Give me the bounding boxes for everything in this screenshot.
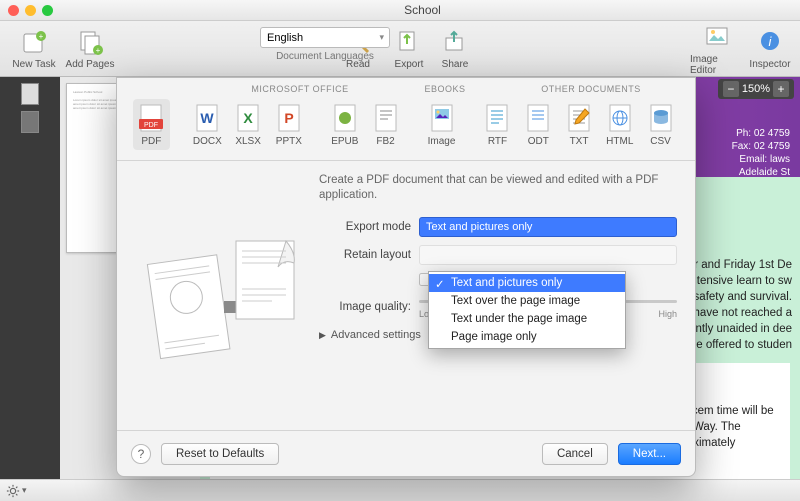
image-editor-button[interactable]: Image Editor [690,22,746,76]
export-mode-dropdown: Text and pictures only Text over the pag… [428,271,626,349]
format-image[interactable]: Image [423,99,460,150]
new-task-icon: + [19,27,49,57]
image-editor-label: Image Editor [690,54,746,76]
page-tab[interactable] [21,83,39,105]
format-odt[interactable]: ODT [520,99,557,150]
share-button[interactable]: Share [432,27,478,70]
pptx-icon: P [274,102,304,136]
share-icon [440,27,470,57]
gear-icon[interactable] [6,484,20,498]
export-mode-label: Export mode [319,221,419,233]
format-pptx[interactable]: PPPTX [270,99,307,150]
svg-text:W: W [201,110,215,126]
minimize-window-icon[interactable] [25,5,36,16]
add-pages-icon: + [75,27,105,57]
zoom-control: − 150% + [718,79,794,99]
rtf-icon [482,102,512,136]
window-controls [8,5,53,16]
format-epub[interactable]: EPUB [326,99,363,150]
image-editor-icon [703,22,733,52]
language-select[interactable]: English [260,27,390,48]
epub-icon [330,102,360,136]
page-tabs-strip [0,77,60,501]
docx-icon: W [192,102,222,136]
inspector-label: Inspector [749,59,790,70]
titlebar: School [0,0,800,21]
html-icon [605,102,635,136]
new-task-label: New Task [12,59,55,70]
format-csv[interactable]: CSV [642,99,679,150]
share-label: Share [442,59,469,70]
content-area: Lawson Public SchoolLorem ipsum dolor si… [0,77,800,501]
svg-text:+: + [96,46,101,55]
dropdown-item[interactable]: Page image only [429,328,625,346]
format-fb2[interactable]: FB2 [367,99,404,150]
disclosure-triangle-icon: ▶ [319,330,326,341]
dropdown-item[interactable]: Text over the page image [429,292,625,310]
main-toolbar: + New Task + Add Pages English Document … [0,21,800,77]
new-task-button[interactable]: + New Task [6,27,62,70]
format-html[interactable]: HTML [601,99,638,150]
retain-layout-label: Retain layout [319,249,419,261]
format-rtf[interactable]: RTF [479,99,516,150]
export-description: Create a PDF document that can be viewed… [319,173,677,203]
group-ebooks-label: EBOOKS [385,84,505,94]
dialog-footer: ? Reset to Defaults Cancel Next... [117,430,695,476]
xlsx-icon: X [233,102,263,136]
zoom-value: 150% [742,83,770,95]
format-row: PDFPDF WDOCX XXLSX PPPTX EPUB FB2 Image … [117,96,695,161]
language-group: English Document Languages [260,27,390,62]
image-icon [427,102,457,136]
zoom-window-icon[interactable] [42,5,53,16]
export-icon [394,27,424,57]
next-button[interactable]: Next... [618,443,681,465]
inspector-icon: i [755,27,785,57]
csv-icon [646,102,676,136]
add-pages-button[interactable]: + Add Pages [62,27,118,70]
window-title: School [53,3,792,17]
export-label: Export [395,59,424,70]
svg-text:P: P [284,110,293,126]
zoom-in-button[interactable]: + [773,81,789,97]
svg-text:+: + [39,32,44,41]
page-tab[interactable] [21,111,39,133]
export-mode-select[interactable]: Text and pictures only [419,217,677,237]
dropdown-item[interactable]: Text under the page image [429,310,625,328]
add-pages-label: Add Pages [66,59,115,70]
txt-icon [564,102,594,136]
cancel-button[interactable]: Cancel [542,443,608,465]
svg-text:X: X [243,110,253,126]
format-pdf[interactable]: PDFPDF [133,99,170,150]
close-window-icon[interactable] [8,5,19,16]
pdf-icon: PDF [136,102,166,136]
group-other-label: OTHER DOCUMENTS [505,84,677,94]
fb2-icon [371,102,401,136]
format-txt[interactable]: TXT [561,99,598,150]
export-preview [135,173,305,424]
export-button[interactable]: Export [386,27,432,70]
dropdown-item[interactable]: Text and pictures only [429,274,625,292]
status-bar: ▾ [0,479,800,501]
help-button[interactable]: ? [131,444,151,464]
language-label: Document Languages [276,51,374,62]
format-docx[interactable]: WDOCX [189,99,226,150]
inspector-button[interactable]: i Inspector [746,27,794,70]
zoom-out-button[interactable]: − [723,81,739,97]
svg-text:PDF: PDF [144,122,158,129]
retain-layout-select[interactable] [419,245,677,265]
group-office-label: MICROSOFT OFFICE [215,84,385,94]
image-quality-label: Image quality: [319,301,419,313]
odt-icon [523,102,553,136]
format-xlsx[interactable]: XXLSX [230,99,267,150]
reset-defaults-button[interactable]: Reset to Defaults [161,443,279,465]
